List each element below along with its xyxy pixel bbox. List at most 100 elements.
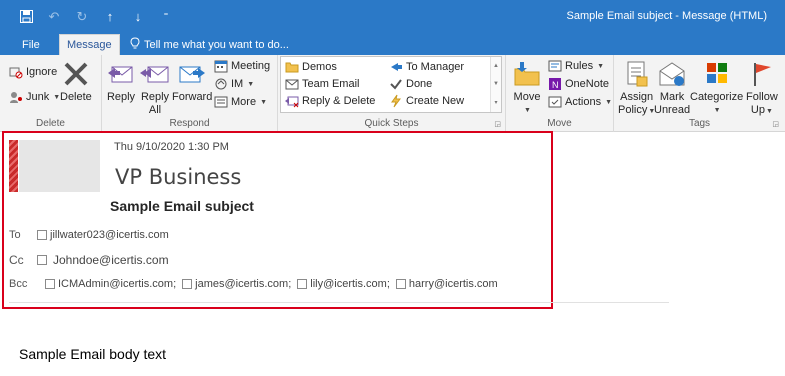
bcc-label: Bcc [9, 278, 28, 290]
quick-step-to-manager[interactable]: To Manager [389, 60, 464, 74]
team-email-icon [285, 79, 299, 90]
scroll-down-icon[interactable]: ▼ [493, 81, 499, 87]
rules-button[interactable]: Rules ▼ [548, 59, 604, 73]
recipient-bcc[interactable]: harry@icertis.com [395, 278, 498, 290]
reply-icon [108, 66, 133, 83]
dialog-launcher-icon[interactable]: ◲ [772, 120, 779, 128]
email-subject: Sample Email subject [110, 198, 254, 214]
tab-file[interactable]: File [15, 34, 47, 55]
junk-button[interactable]: Junk ▼ [9, 90, 60, 104]
scroll-up-icon[interactable]: ▲ [493, 63, 499, 69]
actions-button[interactable]: Actions ▼ [548, 95, 612, 109]
avatar[interactable] [19, 140, 100, 192]
quick-access-toolbar: ↶ ↻ ↑ ↓ ⁼ [18, 8, 174, 24]
more-icon [214, 96, 228, 108]
delete-group-label: Delete [36, 118, 65, 129]
header-divider [9, 302, 669, 303]
im-button[interactable]: IM ▼ [214, 77, 254, 91]
recipient-bcc[interactable]: lily@icertis.com; [297, 278, 390, 290]
email-body: Sample Email body text [19, 346, 167, 362]
up-arrow-icon[interactable]: ↑ [102, 8, 118, 24]
respond-group: Reply Reply All Forward Meeting IM ▼ More… [102, 55, 278, 132]
down-arrow-icon[interactable]: ↓ [130, 8, 146, 24]
recipient-checkbox[interactable] [297, 279, 308, 289]
recipient-checkbox[interactable] [37, 255, 47, 265]
tab-message[interactable]: Message [59, 34, 120, 55]
reply-all-icon [140, 66, 169, 83]
move-dropdown-icon: ▼ [524, 107, 531, 114]
recipient-cc[interactable]: Johndoe@icertis.com [37, 253, 169, 267]
sender-name[interactable]: VP Business [115, 165, 241, 189]
onenote-icon: N [549, 78, 561, 90]
move-button[interactable]: Move ▼ [512, 59, 542, 117]
more-button[interactable]: More ▼ [214, 95, 267, 109]
assign-policy-icon [627, 61, 648, 87]
gallery-expand-icon[interactable]: ▾ [494, 99, 497, 106]
reply-button[interactable]: Reply [106, 59, 136, 104]
recipient-bcc[interactable]: ICMAdmin@icertis.com; [45, 278, 176, 290]
ignore-icon [9, 67, 23, 79]
im-icon [215, 78, 227, 90]
lightning-icon [391, 94, 401, 108]
redo-icon[interactable]: ↻ [74, 8, 90, 24]
follow-up-button[interactable]: Follow Up▼ [746, 59, 778, 118]
sent-date: Thu 9/10/2020 1:30 PM [114, 141, 229, 153]
mark-unread-button[interactable]: Mark Unread [654, 59, 690, 117]
categorize-button[interactable]: Categorize ▼ [690, 59, 743, 117]
quick-step-team-email[interactable]: Team Email [285, 77, 359, 91]
quick-steps-group-label: Quick Steps [364, 118, 419, 129]
save-icon[interactable] [18, 8, 34, 24]
to-manager-icon [391, 63, 402, 71]
flag-icon [753, 63, 771, 86]
delete-icon [64, 62, 88, 86]
cc-row: Cc Johndoe@icertis.com [9, 253, 175, 267]
quick-step-create-new[interactable]: Create New [389, 94, 464, 108]
tell-me-text: Tell me what you want to do... [144, 38, 289, 51]
bcc-row: Bcc ICMAdmin@icertis.com; james@icertis.… [9, 278, 504, 290]
meeting-icon [214, 60, 228, 73]
cc-label: Cc [9, 253, 24, 267]
quick-step-done[interactable]: Done [389, 77, 432, 91]
folder-icon [285, 62, 299, 73]
move-folder-icon [514, 62, 540, 86]
junk-icon [10, 92, 22, 103]
assign-policy-button[interactable]: Assign Policy▼ [618, 59, 655, 118]
tags-group-label: Tags [688, 118, 711, 129]
mark-unread-icon [659, 62, 685, 86]
quick-steps-gallery: Demos Team Email Reply & Delete To Manag… [280, 56, 502, 113]
lightbulb-icon [130, 36, 140, 53]
customize-icon[interactable]: ⁼ [158, 8, 174, 24]
checkmark-icon [390, 79, 402, 90]
svg-text:N: N [552, 80, 559, 90]
actions-icon [548, 96, 562, 108]
to-row: To jillwater023@icertis.com [9, 229, 175, 241]
to-label: To [9, 229, 21, 241]
window-title: Sample Email subject - Message (HTML) [566, 10, 767, 22]
tags-group: Assign Policy▼ Mark Unread Categorize ▼ … [614, 55, 785, 132]
delete-button[interactable]: Delete [60, 59, 92, 104]
respond-group-label: Respond [169, 118, 210, 129]
quick-step-reply-delete[interactable]: Reply & Delete [285, 94, 375, 108]
recipient-bcc[interactable]: james@icertis.com; [182, 278, 291, 290]
delete-group: Ignore Junk ▼ Delete Delete [0, 55, 102, 132]
meeting-button[interactable]: Meeting [214, 59, 270, 73]
recipient-checkbox[interactable] [182, 279, 193, 289]
recipient-checkbox[interactable] [45, 279, 55, 289]
ribbon: Ignore Junk ▼ Delete Delete Reply Reply A… [0, 55, 785, 132]
rules-icon [548, 60, 562, 72]
recipient-checkbox[interactable] [37, 230, 47, 240]
quick-step-demos[interactable]: Demos [285, 60, 337, 74]
onenote-button[interactable]: N OneNote [548, 77, 609, 91]
reply-all-button[interactable]: Reply All [140, 59, 170, 117]
quick-steps-scrollbar[interactable]: ▲ ▼ ▾ [490, 57, 501, 112]
title-bar: ↶ ↻ ↑ ↓ ⁼ Sample Email subject - Message… [0, 0, 785, 31]
ribbon-tabs: File Message Tell me what you want to do… [0, 31, 785, 55]
recipient-to[interactable]: jillwater023@icertis.com [37, 229, 169, 241]
forward-button[interactable]: Forward [172, 59, 212, 104]
recipient-checkbox[interactable] [395, 279, 406, 289]
dialog-launcher-icon[interactable]: ◲ [494, 120, 501, 128]
reply-delete-icon [285, 96, 299, 108]
tell-me-box[interactable]: Tell me what you want to do... [130, 34, 289, 55]
ignore-button[interactable]: Ignore [9, 65, 57, 79]
undo-icon[interactable]: ↶ [46, 8, 62, 24]
